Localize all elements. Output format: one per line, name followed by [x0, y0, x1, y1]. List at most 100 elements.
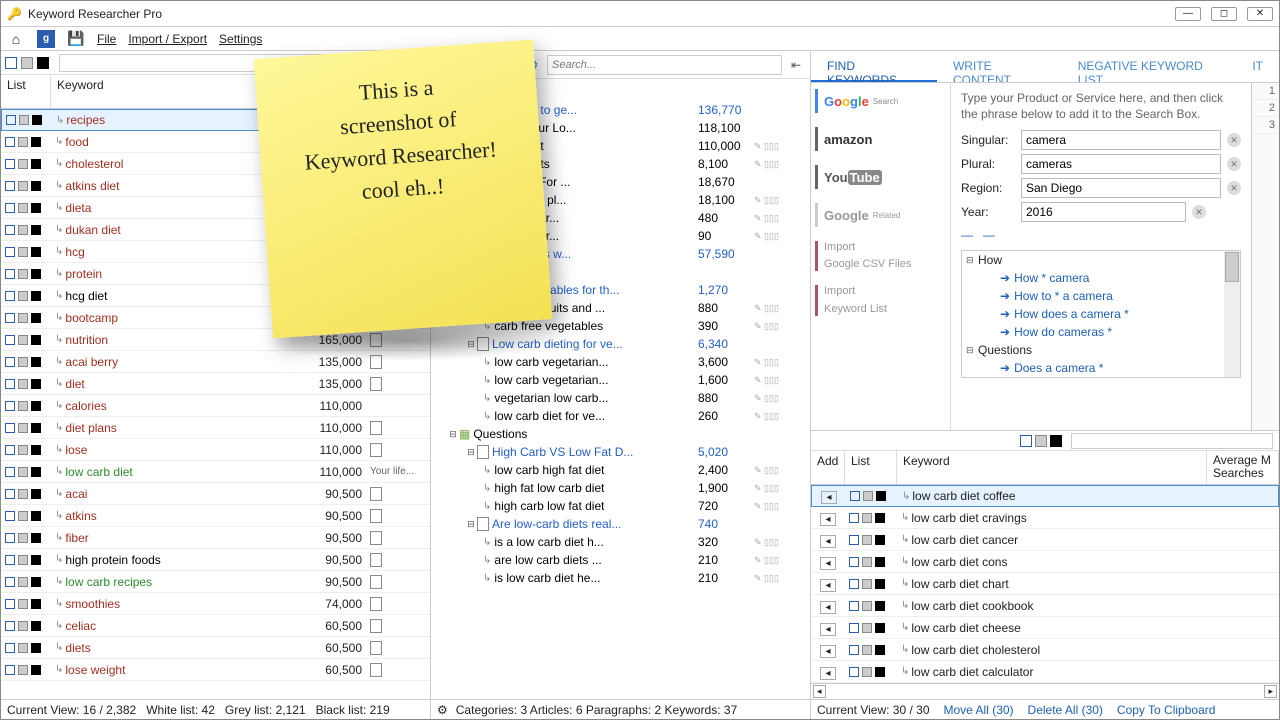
tree-row[interactable]: ⊟High Carb VS Low Fat D...5,020 — [431, 443, 810, 461]
clear-year-icon[interactable]: ✕ — [1192, 205, 1206, 219]
clear-region-icon[interactable]: ✕ — [1227, 181, 1241, 195]
keyword-row[interactable]: ↳dieta — [1, 197, 430, 219]
close-button[interactable]: ✕ — [1247, 7, 1273, 21]
header-keyword[interactable]: Keyword — [51, 75, 300, 108]
add-category-icon[interactable]: ⊞ — [437, 57, 453, 73]
keyword-row[interactable]: ↳lose weight 60,500 — [1, 659, 430, 681]
keyword-row[interactable]: ↳food — [1, 131, 430, 153]
tree-row[interactable]: ↳v carb snacks w...57,590 — [431, 245, 810, 263]
keyword-row[interactable]: ↳dukan diet — [1, 219, 430, 241]
input-singular[interactable] — [1021, 130, 1221, 150]
tree-row[interactable]: ↳ealthy low car...480✎ ▯▯▯ — [431, 209, 810, 227]
keyword-row[interactable]: ↳high protein foods 90,500 — [1, 549, 430, 571]
qtree-row[interactable]: ➔Does a camera * — [962, 359, 1240, 377]
minimize-button[interactable]: — — [1175, 7, 1201, 21]
add-button[interactable]: ◂ — [820, 557, 835, 570]
keyword-row[interactable]: ↳acai berry 135,000 — [1, 351, 430, 373]
tree-row[interactable]: ↳is low carb diet he...210✎ ▯▯▯ — [431, 569, 810, 587]
import-keyword-list[interactable]: ImportKeyword List — [815, 285, 946, 315]
qtree-row[interactable]: ➔How to * a camera — [962, 287, 1240, 305]
menu-file[interactable]: File — [97, 32, 116, 46]
tree-row[interactable] — [431, 263, 810, 281]
input-plural[interactable] — [1021, 154, 1221, 174]
add-article-icon[interactable]: ⊕ — [459, 57, 475, 73]
keyword-row[interactable]: ↳bootcamp 165,000 — [1, 307, 430, 329]
import-csv[interactable]: ImportGoogle CSV Files — [815, 241, 946, 271]
header-list[interactable]: List — [1, 75, 51, 108]
add-button[interactable]: ◂ — [820, 579, 835, 592]
delete-all-link[interactable]: Delete All (30) — [1028, 703, 1103, 717]
tab-find-keywords[interactable]: FIND KEYWORDS — [811, 51, 937, 82]
add-button[interactable]: ◂ — [820, 535, 835, 548]
qtree-row[interactable]: ➔How does a camera * — [962, 305, 1240, 323]
tree-row[interactable]: ⊟▦Questions — [431, 425, 810, 443]
tree-row[interactable]: ↳high fat low carb diet1,900✎ ▯▯▯ — [431, 479, 810, 497]
result-row[interactable]: ◂ ↳low carb diet cons — [811, 551, 1279, 573]
qtree-scrollbar[interactable] — [1224, 251, 1240, 377]
source-google-related[interactable]: GoogleRelated — [815, 203, 946, 227]
save-icon[interactable]: 💾 — [67, 30, 85, 48]
filter-white-icon[interactable] — [5, 57, 17, 69]
tree-row[interactable]: ↳low carb diet for ve...260✎ ▯▯▯ — [431, 407, 810, 425]
add-button[interactable]: ◂ — [820, 623, 835, 636]
rb-header-add[interactable]: Add — [811, 451, 845, 484]
menu-settings[interactable]: Settings — [219, 32, 262, 46]
keyword-row[interactable]: ↳lose 110,000 — [1, 439, 430, 461]
qtree-row[interactable]: ➔How * camera — [962, 269, 1240, 287]
result-row[interactable]: ◂ ↳low carb diet calculator — [811, 661, 1279, 683]
left-search-input[interactable] — [59, 54, 426, 72]
keyword-row[interactable]: ↳low carb diet 110,000 Your life... — [1, 461, 430, 483]
keyword-row[interactable]: ↳protein — [1, 263, 430, 285]
rb-filter-black[interactable] — [1050, 435, 1062, 447]
add-button[interactable]: ◂ — [820, 513, 835, 526]
clear-plural-icon[interactable]: ✕ — [1227, 157, 1241, 171]
g-icon[interactable]: g — [37, 30, 55, 48]
tree-row[interactable]: ↳low carb vegetarian...1,600✎ ▯▯▯ — [431, 371, 810, 389]
source-google[interactable]: GoogleSearch — [815, 89, 946, 113]
keyword-row[interactable]: ↳low carb recipes 90,500 — [1, 571, 430, 593]
tree-row[interactable]: ↳high carb low fat diet720✎ ▯▯▯ — [431, 497, 810, 515]
source-youtube[interactable]: YouTube — [815, 165, 946, 189]
add-button[interactable]: ◂ — [821, 491, 836, 504]
result-row[interactable]: ◂ ↳low carb diet coffee — [811, 485, 1279, 507]
rb-search-input[interactable] — [1071, 433, 1273, 449]
result-row[interactable]: ◂ ↳low carb diet cheese — [811, 617, 1279, 639]
delete-icon[interactable]: ⊖ — [503, 57, 519, 73]
result-row[interactable]: ◂ ↳low carb diet cravings — [811, 507, 1279, 529]
copy-clipboard-link[interactable]: Copy To Clipboard — [1117, 703, 1216, 717]
tree-row[interactable]: ↳troducing Our Lo...118,100 — [431, 119, 810, 137]
tree-row[interactable]: ↳ealthy Plan For ...18,670 — [431, 173, 810, 191]
tree-row[interactable]: ↳low carb fruits and ...880✎ ▯▯▯ — [431, 299, 810, 317]
keyword-row[interactable]: ↳cholesterol — [1, 153, 430, 175]
qtree-row[interactable]: ➔How do cameras * — [962, 323, 1240, 341]
qtree-row[interactable]: ⊟Questions — [962, 341, 1240, 359]
keyword-row[interactable]: ↳smoothies 74,000 — [1, 593, 430, 615]
keyword-row[interactable]: ↳atkins 90,500 — [1, 505, 430, 527]
tree-search-input[interactable] — [547, 55, 782, 75]
keyword-row[interactable]: ↳hcg — [1, 241, 430, 263]
tab-negative-list[interactable]: NEGATIVE KEYWORD LIST — [1062, 51, 1237, 82]
keyword-row[interactable]: ↳calories 110,000 — [1, 395, 430, 417]
keyword-row[interactable]: ↳diets 60,500 — [1, 637, 430, 659]
home-icon[interactable]: ⌂ — [7, 30, 25, 48]
tab-more[interactable]: IT — [1236, 51, 1279, 82]
result-row[interactable]: ◂ ↳low carb diet cholesterol — [811, 639, 1279, 661]
result-row[interactable]: ◂ ↳low carb diet cookbook — [811, 595, 1279, 617]
add-button[interactable]: ◂ — [820, 667, 835, 680]
scroll-left-icon[interactable]: ◂ — [813, 685, 826, 698]
move-all-link[interactable]: Move All (30) — [944, 703, 1014, 717]
result-row[interactable]: ◂ ↳low carb diet chart — [811, 573, 1279, 595]
tree-row[interactable]: ↳carb free vegetables390✎ ▯▯▯ — [431, 317, 810, 335]
maximize-button[interactable]: ◻ — [1211, 7, 1237, 21]
tree-row[interactable]: ↳life is about to ge...136,770 — [431, 101, 810, 119]
tree-row[interactable]: ⊟Low carb dieting for ve...6,340 — [431, 335, 810, 353]
tree-row[interactable]: ⊟b Dieting — [431, 83, 810, 101]
scroll-right-icon[interactable]: ▸ — [1264, 685, 1277, 698]
rb-filter-grey[interactable] — [1035, 435, 1047, 447]
keyword-row[interactable]: ↳fiber 90,500 — [1, 527, 430, 549]
tree-row[interactable]: ↳low carb high fat diet2,400✎ ▯▯▯ — [431, 461, 810, 479]
edit-icon[interactable]: ✎ — [481, 57, 497, 73]
keyword-row[interactable]: ↳recipes — [1, 109, 430, 131]
clear-singular-icon[interactable]: ✕ — [1227, 133, 1241, 147]
input-year[interactable] — [1021, 202, 1186, 222]
